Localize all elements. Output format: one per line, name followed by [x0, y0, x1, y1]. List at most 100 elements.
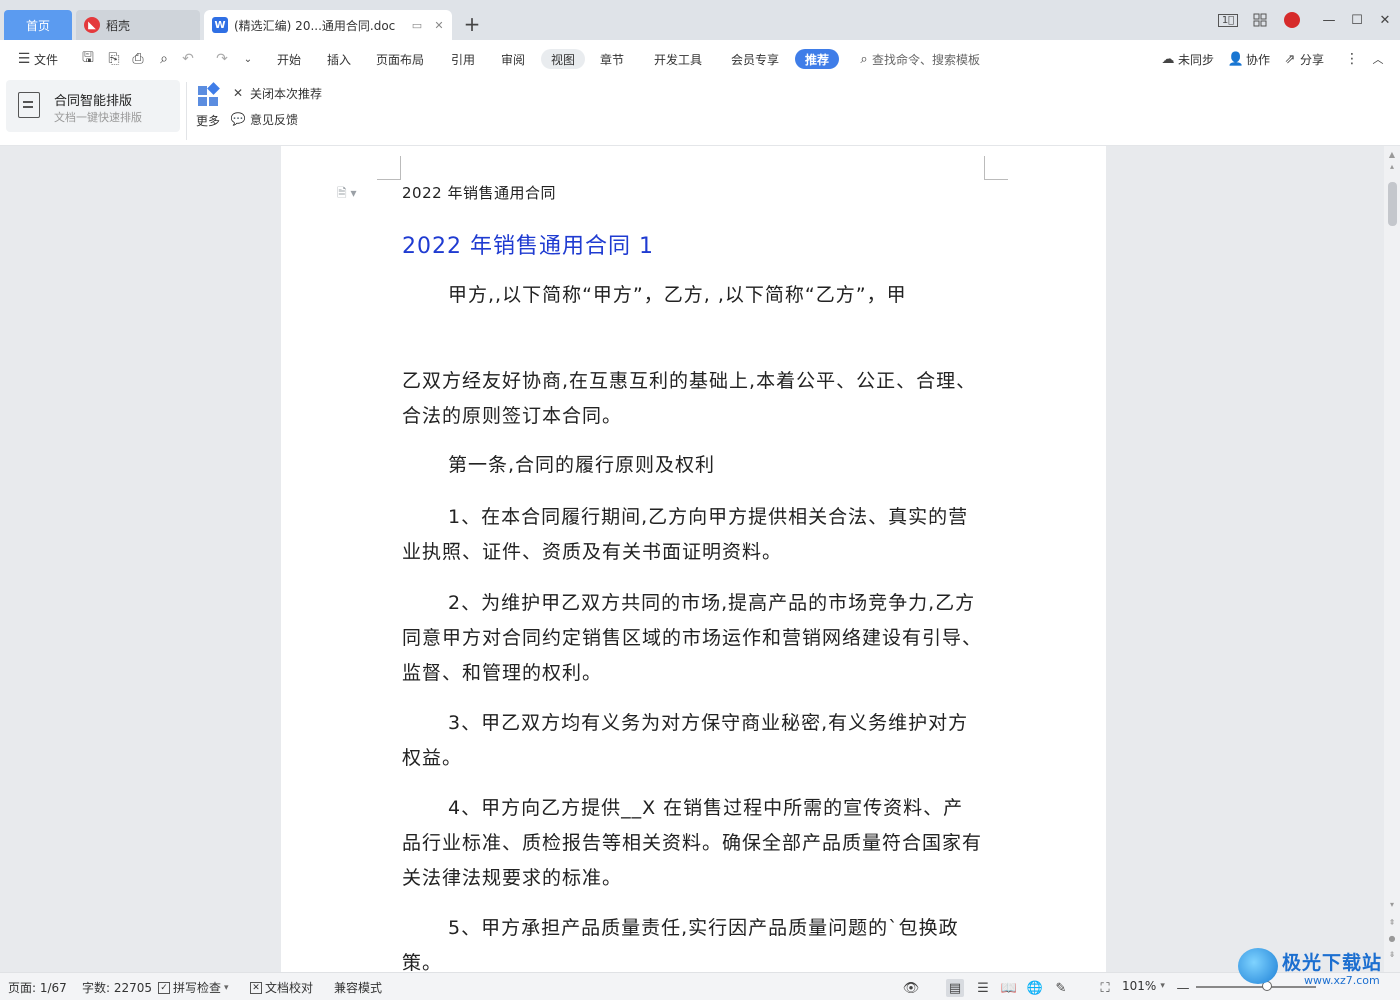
tab-home[interactable]: 首页	[4, 10, 72, 40]
write-view-button[interactable]: ✎	[1052, 979, 1070, 997]
eye-icon: 👁	[902, 980, 920, 996]
menu-item-label: 审阅	[501, 52, 526, 67]
collapse-ribbon-button[interactable]: ︿	[1368, 49, 1388, 69]
zoom-level: 101%	[1122, 979, 1157, 993]
menu-item-developer[interactable]: 开发工具	[654, 49, 702, 69]
vertical-scrollbar[interactable]: ▲ ▴ ▾ ⇞ ● ⇟	[1384, 146, 1400, 972]
user-icon: 👤	[1227, 51, 1245, 67]
doc-paragraph[interactable]: 4、甲方向乙方提供__X 在销售过程中所需的宣传资料、产品行业标准、质检报告等相…	[402, 791, 982, 896]
file-menu-label: 文件	[34, 52, 59, 67]
share-button[interactable]: ⇗ 分享	[1280, 49, 1324, 69]
doc-paragraph[interactable]: 第一条,合同的履行原则及权利	[402, 448, 982, 483]
doc-heading[interactable]: 2022 年销售通用合同 1	[402, 228, 654, 260]
tab-home-label: 首页	[25, 18, 50, 33]
file-menu[interactable]: ☰ 文件	[14, 49, 58, 69]
pen-icon: ✎	[1055, 980, 1067, 996]
close-recommend-button[interactable]: ✕ 关闭本次推荐	[230, 84, 322, 102]
close-window-icon[interactable]: ✕	[1374, 8, 1396, 32]
ribbon-divider	[186, 82, 187, 140]
doc-page-header[interactable]: 2022 年销售通用合同	[402, 182, 556, 203]
menu-item-references[interactable]: 引用	[451, 49, 475, 69]
scroll-down-icon[interactable]: ▾	[1384, 898, 1400, 910]
select-browse-icon[interactable]: ●	[1384, 932, 1400, 944]
new-tab-plus-icon[interactable]: +	[460, 12, 484, 36]
close-icon: ✕	[232, 86, 244, 100]
feedback-button[interactable]: 💬 意见反馈	[230, 110, 299, 128]
menu-item-label: 开始	[277, 52, 302, 67]
tab-daoke[interactable]: ◣ 稻壳	[76, 10, 200, 40]
doc-paragraph[interactable]: 5、甲方承担产品质量责任,实行因产品质量问题的`包换政策。	[402, 911, 982, 972]
menu-item-view[interactable]: 视图	[541, 49, 586, 69]
scroll-top-icon[interactable]: ▲	[1384, 148, 1400, 160]
screen-icon[interactable]: ▭	[408, 16, 426, 34]
collab-button[interactable]: 👤 协作	[1226, 49, 1270, 69]
close-tab-icon[interactable]: ✕	[430, 16, 448, 34]
sync-button[interactable]: ☁ 未同步	[1158, 49, 1215, 69]
web-view-button[interactable]: 🌐	[1026, 979, 1044, 997]
preview-button[interactable]: ⌕	[154, 49, 174, 69]
menu-item-insert[interactable]: 插入	[327, 49, 351, 69]
export-button[interactable]: ⎘	[104, 49, 124, 69]
doc-proofread-label: 文档校对	[265, 981, 314, 995]
page-indicator[interactable]: 页面: 1/67	[8, 979, 67, 996]
undo-button[interactable]: ↶	[178, 49, 198, 69]
doc-paragraph[interactable]: 甲方,,以下简称“甲方”，乙方, ,以下简称“乙方”，甲	[402, 278, 982, 313]
share-icon: ⇗	[1284, 51, 1296, 67]
menu-item-page-layout[interactable]: 页面布局	[376, 49, 424, 69]
fit-page-button[interactable]: ⛶	[1096, 979, 1114, 997]
print-button[interactable]: ⎙	[128, 49, 148, 69]
paragraph-handle-icon[interactable]: 🗎 ▾	[337, 184, 357, 205]
menu-item-chapter[interactable]: 章节	[600, 49, 624, 69]
save-icon: 🖫	[82, 50, 94, 66]
maximize-icon[interactable]: ☐	[1346, 8, 1368, 32]
read-view-button[interactable]: 📖	[1000, 979, 1018, 997]
eye-protect-button[interactable]: 👁	[902, 979, 920, 997]
outline-view-button[interactable]: ☰	[974, 979, 992, 997]
menu-item-label: 页面布局	[376, 52, 425, 67]
collab-label: 协作	[1246, 52, 1271, 67]
word-count[interactable]: 字数: 22705	[82, 979, 152, 996]
status-bar: 页面: 1/67 字数: 22705 ✓ 拼写检查 ▾ ✕ 文档校对 兼容模式 …	[0, 972, 1400, 1000]
tab-daoke-label: 稻壳	[106, 18, 131, 33]
minimize-icon[interactable]: —	[1318, 8, 1340, 32]
apps-more-icon[interactable]	[198, 82, 220, 106]
feedback-label: 意见反馈	[250, 112, 299, 127]
more-options-button[interactable]: ⋮	[1342, 49, 1362, 69]
doc-paragraph[interactable]: 2、为维护甲乙双方共同的市场,提高产品的市场竞争力,乙方同意甲方对合同约定销售区…	[402, 586, 982, 691]
page-view-icon[interactable]: 1⃞	[1214, 8, 1242, 32]
zoom-dropdown[interactable]: 101% ▾	[1122, 979, 1165, 993]
more-vertical-icon: ⋮	[1345, 51, 1359, 67]
scrollbar-thumb[interactable]	[1388, 182, 1397, 226]
page-view-button[interactable]: ▤	[946, 979, 964, 997]
menu-item-member[interactable]: 会员专享	[731, 49, 779, 69]
zoom-out-button[interactable]: —	[1174, 979, 1192, 997]
document-page[interactable]: 🗎 ▾ 2022 年销售通用合同 2022 年销售通用合同 1 甲方,,以下简称…	[281, 146, 1106, 972]
spell-check-toggle[interactable]: ✓ 拼写检查 ▾	[158, 979, 229, 996]
checkbox-icon: ✓	[158, 981, 170, 994]
contract-format-card[interactable]: 合同智能排版 文档一键快速排版	[6, 80, 180, 132]
scroll-up-icon[interactable]: ▴	[1384, 160, 1400, 172]
redo-button[interactable]: ↷	[212, 49, 232, 69]
prev-page-icon[interactable]: ⇞	[1384, 916, 1400, 928]
doc-paragraph[interactable]: 乙双方经友好协商,在互惠互利的基础上,本着公平、公正、合理、合法的原则签订本合同…	[402, 364, 982, 434]
more-label[interactable]: 更多	[196, 112, 220, 129]
doc-paragraph[interactable]: 3、甲乙双方均有义务为对方保守商业秘密,有义务维护对方权益。	[402, 706, 982, 776]
menu-item-start[interactable]: 开始	[277, 49, 301, 69]
rec-card-title: 合同智能排版	[54, 94, 133, 109]
tab-document[interactable]: W (精选汇编) 20...通用合同.doc ▭ ✕	[204, 10, 452, 40]
crop-mark-right	[984, 156, 1008, 180]
grid-apps-icon[interactable]	[1248, 8, 1272, 32]
doc-proofread-button[interactable]: ✕ 文档校对	[250, 979, 313, 996]
avatar[interactable]	[1280, 8, 1304, 32]
menu-toolbar: ☰ 文件 🖫 ⎘ ⎙ ⌕ ↶ ↷ ⌄ 开始 插入 页面布局 引用 审阅 视图 章…	[0, 40, 1400, 78]
minus-icon: —	[1176, 980, 1190, 996]
document-canvas[interactable]: 🗎 ▾ 2022 年销售通用合同 2022 年销售通用合同 1 甲方,,以下简称…	[0, 146, 1384, 972]
menu-item-recommend[interactable]: 推荐	[795, 49, 840, 69]
command-search[interactable]: ⌕ 查找命令、搜索模板	[856, 49, 980, 69]
doc-paragraph[interactable]: 1、在本合同履行期间,乙方向甲方提供相关合法、真实的营业执照、证件、资质及有关书…	[402, 500, 982, 570]
menu-item-label: 开发工具	[654, 52, 703, 67]
save-button[interactable]: 🖫	[78, 49, 98, 69]
quick-access-dropdown[interactable]: ⌄	[238, 49, 258, 69]
menu-item-review[interactable]: 审阅	[501, 49, 525, 69]
outline-icon: ☰	[977, 980, 989, 996]
